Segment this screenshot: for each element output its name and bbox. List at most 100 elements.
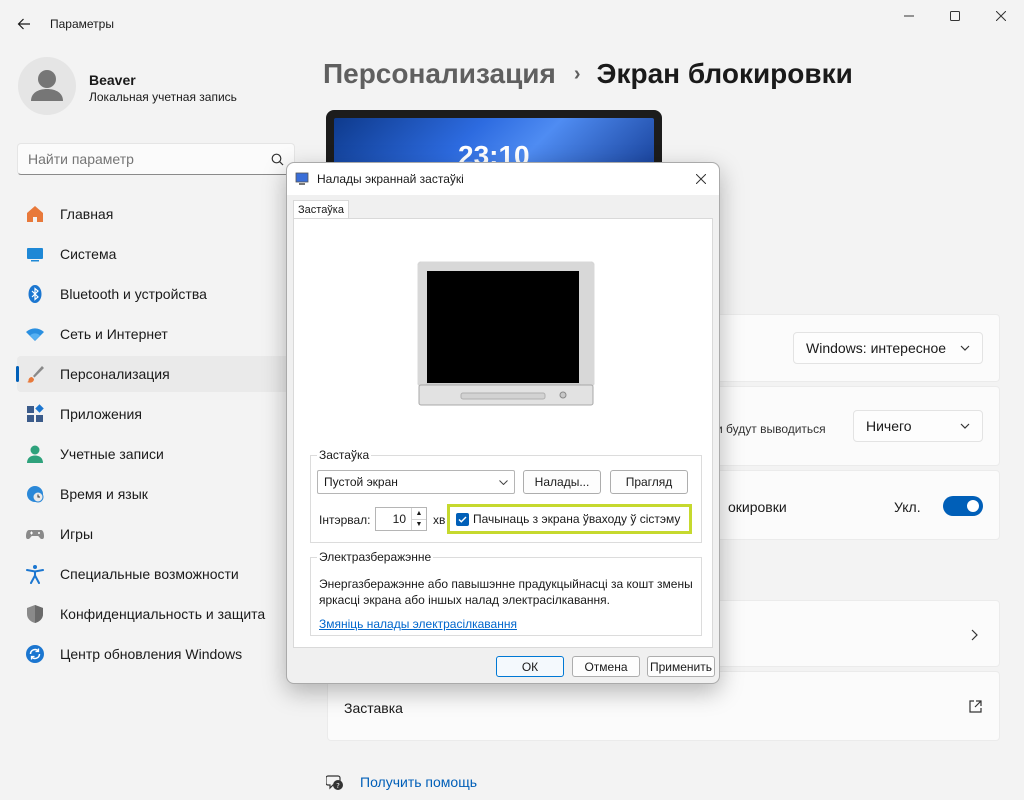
sidebar-item-accessibility[interactable]: Специальные возможности <box>17 556 295 592</box>
dialog-title-bar: Налады экраннай застаўкі <box>287 163 719 195</box>
app-title: Параметры <box>50 17 114 31</box>
sidebar-item-label: Конфиденциальность и защита <box>60 606 266 622</box>
sidebar-item-label: Учетные записи <box>60 446 164 462</box>
page-title: Экран блокировки <box>596 58 853 89</box>
screensaver-select-value: Пустой экран <box>324 475 398 489</box>
dialog-close-button[interactable] <box>689 167 713 191</box>
close-button[interactable] <box>978 0 1024 32</box>
lockscreen-dropdown[interactable]: Windows: интересное <box>793 332 983 364</box>
sidebar-item-personalization[interactable]: Персонализация <box>16 356 295 392</box>
sidebar-item-gaming[interactable]: Игры <box>17 516 295 552</box>
sidebar-item-time-language[interactable]: Время и язык <box>17 476 295 512</box>
sidebar-item-bluetooth[interactable]: Bluetooth и устройства <box>17 276 295 312</box>
spin-down-icon[interactable]: ▼ <box>412 520 426 531</box>
close-icon <box>696 174 706 184</box>
maximize-icon <box>950 11 960 21</box>
time-language-icon <box>25 484 45 504</box>
screensaver-settings-dialog: Налады экраннай застаўкі Застаўка Застаў… <box>286 162 720 684</box>
status-description: и будут выводиться <box>716 422 826 436</box>
interval-unit: хв <box>433 513 446 527</box>
signin-background-label: окировки <box>728 499 787 515</box>
status-dropdown-value: Ничего <box>866 418 912 434</box>
sidebar-item-label: Главная <box>60 206 114 222</box>
power-description-line-1: Энергазберажэнне або павышэнне прадукцый… <box>319 577 693 591</box>
system-icon <box>25 244 45 264</box>
checkmark-icon <box>458 516 467 523</box>
signin-background-toggle[interactable] <box>943 496 983 516</box>
sidebar-nav: Главная Система Bluetooth и устройства С… <box>16 196 295 676</box>
update-icon <box>25 644 45 664</box>
sidebar-item-apps[interactable]: Приложения <box>17 396 295 432</box>
ok-button[interactable]: ОК <box>496 656 564 677</box>
breadcrumb-parent[interactable]: Персонализация <box>323 58 556 90</box>
chevron-down-icon <box>499 479 508 485</box>
toggle-state-label: Укл. <box>894 499 921 515</box>
status-dropdown[interactable]: Ничего <box>853 410 983 442</box>
brush-icon <box>25 364 45 384</box>
get-help-label: Получить помощь <box>360 774 478 790</box>
sidebar-item-network[interactable]: Сеть и Интернет <box>17 316 295 352</box>
accessibility-icon <box>25 564 45 584</box>
resume-checkbox-label[interactable]: Пачынаць з экрана ўваходу ў сістэму <box>473 512 680 526</box>
search-input[interactable] <box>28 151 271 167</box>
monitor-preview-icon <box>417 261 595 406</box>
search-icon <box>271 153 284 165</box>
change-power-settings-link[interactable]: Змяніць налады электрасілкавання <box>319 617 517 631</box>
breadcrumb: Персонализация › Экран блокировки <box>323 58 853 90</box>
power-group: Электразберажэнне Энергазберажэнне або п… <box>310 550 702 636</box>
screensaver-select[interactable]: Пустой экран <box>317 470 515 494</box>
screensaver-group: Застаўка Пустой экран Налады... Прагляд … <box>310 448 702 543</box>
sidebar-item-system[interactable]: Система <box>17 236 295 272</box>
screensaver-tab-panel: Застаўка Пустой экран Налады... Прагляд … <box>293 218 713 648</box>
sidebar-item-label: Специальные возможности <box>60 566 239 582</box>
gaming-icon <box>25 524 45 544</box>
sidebar-item-privacy[interactable]: Конфиденциальность и защита <box>17 596 295 632</box>
minimize-button[interactable] <box>886 0 932 32</box>
breadcrumb-separator: › <box>573 62 581 85</box>
user-avatar-icon <box>31 70 63 101</box>
sidebar-item-label: Приложения <box>60 406 142 422</box>
accounts-icon <box>25 444 45 464</box>
screensaver-group-label: Застаўка <box>317 448 372 462</box>
title-bar: Параметры <box>0 0 1024 48</box>
maximize-button[interactable] <box>932 0 978 32</box>
sidebar-item-label: Система <box>60 246 117 262</box>
close-icon <box>996 11 1006 21</box>
screensaver-settings-button[interactable]: Налады... <box>523 470 601 494</box>
cancel-button[interactable]: Отмена <box>572 656 640 677</box>
window-controls <box>886 0 1024 32</box>
bluetooth-icon <box>25 284 45 304</box>
chevron-right-icon <box>971 629 978 641</box>
power-description: Энергазберажэнне або павышэнне прадукцый… <box>319 576 693 608</box>
help-icon: ? <box>326 775 343 790</box>
interval-value[interactable]: 10 <box>376 508 411 530</box>
preview-button[interactable]: Прагляд <box>610 470 688 494</box>
sidebar-item-label: Bluetooth и устройства <box>60 286 207 302</box>
lockscreen-dropdown-value: Windows: интересное <box>806 340 947 356</box>
spin-up-icon[interactable]: ▲ <box>412 508 426 520</box>
sidebar-item-label: Время и язык <box>60 486 148 502</box>
external-link-icon <box>969 700 982 713</box>
get-help-link[interactable]: ? Получить помощь <box>326 773 477 791</box>
sidebar-item-label: Персонализация <box>60 366 170 382</box>
apply-button[interactable]: Применить <box>647 656 715 677</box>
sidebar-item-home[interactable]: Главная <box>17 196 295 232</box>
chevron-down-icon <box>960 423 970 429</box>
account-type: Локальная учетная запись <box>89 90 237 104</box>
back-button[interactable] <box>0 0 48 48</box>
interval-stepper[interactable]: 10 ▲ ▼ <box>375 507 427 531</box>
sidebar-item-windows-update[interactable]: Центр обновления Windows <box>17 636 295 672</box>
search-box[interactable] <box>17 143 295 175</box>
sidebar-item-label: Центр обновления Windows <box>60 646 243 662</box>
tab-screensaver[interactable]: Застаўка <box>293 200 349 219</box>
sidebar-item-accounts[interactable]: Учетные записи <box>17 436 295 472</box>
apps-icon <box>25 404 45 424</box>
resume-checkbox[interactable] <box>456 512 469 526</box>
power-group-label: Электразберажэнне <box>317 550 434 564</box>
dialog-title: Налады экраннай застаўкі <box>317 172 464 186</box>
sidebar-item-label: Игры <box>60 526 94 542</box>
minimize-icon <box>904 15 914 17</box>
screensaver-link-label: Заставка <box>344 700 403 716</box>
screensaver-app-icon <box>295 172 309 185</box>
avatar[interactable] <box>18 57 76 115</box>
